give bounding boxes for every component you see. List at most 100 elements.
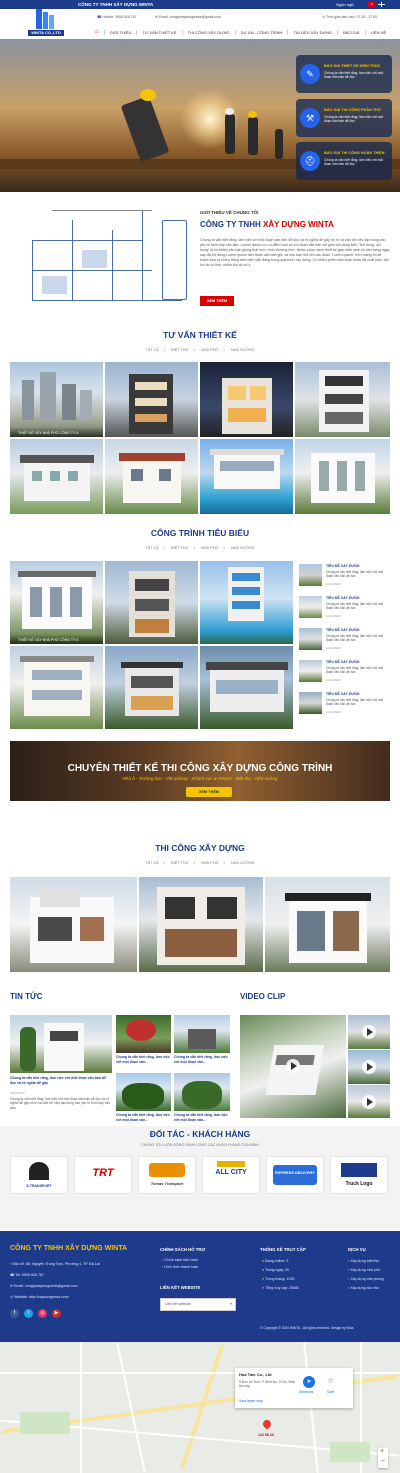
vietnam-flag-icon[interactable]: ★: [368, 2, 375, 7]
project-item[interactable]: THIẾT KẾ XÂY NHÀ PHỐ CÔNG TY A: [10, 561, 103, 644]
map-directions-label[interactable]: Directions: [299, 1390, 313, 1394]
bookmark-icon[interactable]: ☆: [327, 1376, 334, 1385]
logo[interactable]: WINTA CO.,LTD: [28, 9, 64, 37]
feature-card-design-quote[interactable]: ✎ BÁO GIÁ THIẾT KẾ KIẾN TRÚC Chúng ta vẫ…: [296, 55, 392, 93]
play-icon[interactable]: [362, 1025, 376, 1039]
partner-logo-express-delivery[interactable]: EXPRESS DELIVERY: [266, 1156, 324, 1194]
service-link[interactable]: › Xây dựng tòa nhà: [348, 1286, 379, 1290]
partner-logo-truck[interactable]: Truck Logo: [330, 1156, 388, 1194]
directions-icon[interactable]: ➤: [303, 1376, 315, 1388]
news-thumb[interactable]: [116, 1073, 171, 1111]
news-thumb[interactable]: [116, 1015, 171, 1053]
project-list-item[interactable]: TIÊU ĐỀ XÂY DỰNG Chúng ta vẫn biết rằng,…: [299, 594, 391, 622]
play-icon[interactable]: [286, 1059, 300, 1073]
zoom-control[interactable]: + −: [378, 1448, 388, 1468]
video-thumb[interactable]: [348, 1015, 390, 1049]
service-link[interactable]: › Xây dựng văn phòng: [348, 1277, 384, 1281]
news-small-title[interactable]: Chúng ta vẫn biết rằng, làm việc với một…: [116, 1113, 171, 1122]
tab-villa[interactable]: BIỆT THỰ: [171, 861, 189, 865]
news-small-title[interactable]: Chúng ta vẫn biết rằng, làm việc với một…: [174, 1113, 230, 1122]
construction-item[interactable]: [139, 877, 263, 972]
phone-icon: ☎: [10, 1273, 15, 1277]
design-item[interactable]: [105, 362, 198, 437]
tab-factory[interactable]: NHÀ XƯỞNG: [231, 348, 255, 352]
nav-tai-lieu[interactable]: TÀI LIỆU XÂY DỰNG: [287, 29, 337, 35]
tab-factory[interactable]: NHÀ XƯỞNG: [231, 861, 255, 865]
instagram-icon[interactable]: ◎: [38, 1309, 47, 1318]
tab-all[interactable]: TẤT CẢ: [145, 348, 158, 352]
partner-logo-trt[interactable]: TRT: [74, 1156, 132, 1194]
policy-link[interactable]: › Chính sách bảo hành: [162, 1258, 198, 1262]
tab-all[interactable]: TẤT CẢ: [145, 861, 158, 865]
project-item[interactable]: [105, 561, 198, 644]
facebook-icon[interactable]: f: [10, 1309, 19, 1318]
zoom-out-icon[interactable]: −: [381, 1458, 385, 1465]
video-thumb[interactable]: [348, 1085, 390, 1118]
nav-gioi-thieu[interactable]: GIỚI THIỆU: [103, 29, 137, 35]
play-icon[interactable]: [362, 1095, 376, 1109]
feature-card-rough-construction[interactable]: ⚒ BÁO GIÁ THI CÔNG PHẦN THÔ Chúng ta vẫn…: [296, 99, 392, 137]
projects-section-title: CÔNG TRÌNH TIÊU BIỂU: [150, 528, 250, 538]
design-item[interactable]: [105, 439, 198, 514]
design-item[interactable]: [295, 439, 390, 514]
tab-villa[interactable]: BIỆT THỰ: [171, 546, 189, 550]
company-name-top: CÔNG TY TNHH XÂY DỰNG WINTA: [78, 2, 154, 7]
nav-bao-gia[interactable]: BÁO GIÁ: [337, 29, 364, 35]
stat-month: ● Trong tháng: 1235: [262, 1277, 295, 1281]
twitter-icon[interactable]: t: [24, 1309, 33, 1318]
youtube-icon[interactable]: ▶: [52, 1309, 61, 1318]
project-list-item[interactable]: TIÊU ĐỀ XÂY DỰNG Chúng ta vẫn biết rằng,…: [299, 658, 391, 686]
design-item[interactable]: [10, 439, 103, 514]
tab-townhouse[interactable]: NHÀ PHỐ: [201, 861, 218, 865]
construction-item[interactable]: [265, 877, 390, 972]
tab-townhouse[interactable]: NHÀ PHỐ: [201, 546, 218, 550]
partner-logo-s-transport[interactable]: S-TRANSPORT: [10, 1156, 68, 1194]
english-flag-icon[interactable]: [378, 2, 385, 7]
banner-subtitle: Nhà ở - Trường học - Văn phòng - Khách s…: [122, 776, 278, 781]
design-item[interactable]: [200, 362, 293, 437]
tab-factory[interactable]: NHÀ XƯỞNG: [231, 546, 255, 550]
news-small-title[interactable]: Chúng ta vẫn biết rằng, làm việc với một…: [174, 1055, 230, 1064]
website-link-select[interactable]: Liên kết website ▾: [160, 1298, 236, 1311]
policy-link[interactable]: › Hình thức thanh toán: [162, 1265, 198, 1269]
project-list-item[interactable]: TIÊU ĐỀ XÂY DỰNG Chúng ta vẫn biết rằng,…: [299, 562, 391, 590]
about-more-button[interactable]: XEM THÊM: [200, 296, 234, 306]
news-main-title[interactable]: Chúng ta vẫn biết rằng, làm việc với một…: [10, 1076, 112, 1085]
map-save-label[interactable]: Save: [327, 1390, 334, 1394]
video-thumb[interactable]: [348, 1050, 390, 1084]
project-item[interactable]: [200, 646, 293, 729]
news-thumb[interactable]: [174, 1073, 230, 1111]
project-item[interactable]: [105, 646, 198, 729]
tab-villa[interactable]: BIỆT THỰ: [171, 348, 189, 352]
service-link[interactable]: › Xây dựng biệt thự: [348, 1259, 379, 1263]
project-item[interactable]: [200, 561, 293, 644]
project-item[interactable]: [10, 646, 103, 729]
service-link[interactable]: › Xây dựng nhà phố: [348, 1268, 380, 1272]
news-small-title[interactable]: Chúng ta vẫn biết rằng, làm việc với một…: [116, 1055, 171, 1064]
news-thumb[interactable]: [174, 1015, 230, 1053]
links-title: LIÊN KẾT WEBSITE: [160, 1285, 201, 1290]
construction-item[interactable]: [10, 877, 137, 972]
tab-all[interactable]: TẤT CẢ: [145, 546, 158, 550]
design-item[interactable]: [295, 362, 390, 437]
partner-logo-all-city[interactable]: ALL CITY: [202, 1156, 260, 1194]
project-list-item[interactable]: TIÊU ĐỀ XÂY DỰNG Chúng ta vẫn biết rằng,…: [299, 626, 391, 654]
design-item[interactable]: THIẾT KẾ XÂY NHÀ PHỐ CÔNG TY A: [10, 362, 103, 437]
news-main-image[interactable]: [10, 1015, 112, 1073]
nav-thi-cong[interactable]: THI CÔNG XÂY DỰNG: [181, 29, 235, 35]
play-icon[interactable]: [362, 1060, 376, 1074]
map-larger-link[interactable]: View larger map: [239, 1399, 263, 1403]
nav-lien-he[interactable]: LIÊN HỆ: [364, 29, 392, 35]
zoom-in-icon[interactable]: +: [380, 1448, 384, 1455]
design-item[interactable]: [200, 439, 293, 514]
banner-more-button[interactable]: XEM THÊM: [186, 787, 232, 797]
about-illustration: [12, 210, 192, 310]
nav-du-an[interactable]: DỰ ÁN - CÔNG TRÌNH: [234, 29, 288, 35]
tab-townhouse[interactable]: NHÀ PHỐ: [201, 348, 218, 352]
feature-card-finishing[interactable]: ⛑ BÁO GIÁ THI CÔNG HOÀN THIỆN Chúng ta v…: [296, 142, 392, 180]
video-main[interactable]: [240, 1015, 346, 1118]
home-icon[interactable]: ⌂: [90, 29, 104, 35]
project-list-item[interactable]: TIÊU ĐỀ XÂY DỰNG Chúng ta vẫn biết rằng,…: [299, 690, 391, 718]
nav-tu-van-thiet-ke[interactable]: TƯ VẤN THIẾT KẾ: [136, 29, 181, 35]
partner-logo-tomas[interactable]: Tomas Transport: [138, 1156, 196, 1194]
